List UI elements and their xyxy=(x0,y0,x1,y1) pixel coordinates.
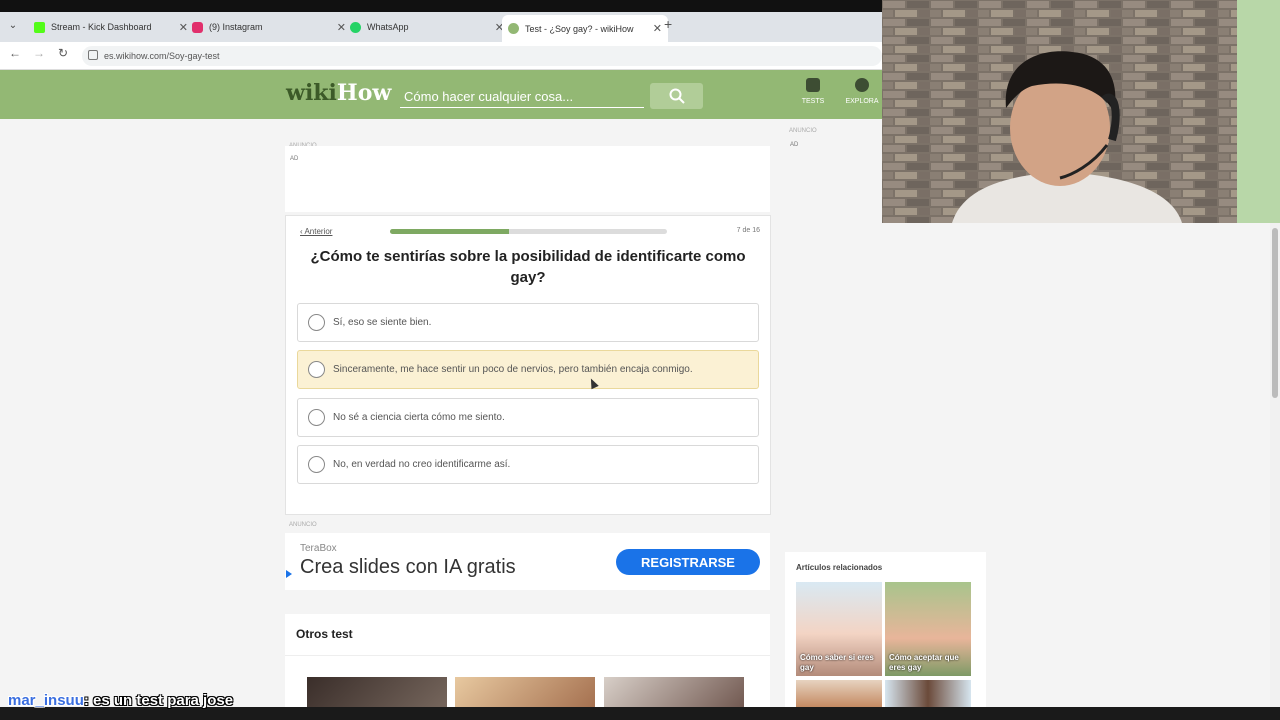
url-field[interactable]: es.wikihow.com/Soy-gay-test xyxy=(82,46,882,66)
webcam-overlay xyxy=(882,0,1280,223)
question-counter: 7 de 16 xyxy=(736,227,760,234)
nav-explora[interactable]: EXPLORA xyxy=(842,78,882,105)
wikihow-icon xyxy=(508,23,519,34)
answer-label: No sé a ciencia cierta cómo me siento. xyxy=(333,412,505,423)
related-article-card[interactable]: Cómo aceptar que eres gay xyxy=(885,582,971,676)
instagram-icon xyxy=(192,21,203,33)
tab-whatsapp[interactable]: WhatsApp ✕ xyxy=(344,15,510,39)
radio-icon[interactable] xyxy=(308,409,325,426)
chat-text: : es un test para jose xyxy=(83,692,234,709)
section-title: Otros test xyxy=(296,627,353,641)
answer-option[interactable]: Sinceramente, me hace sentir un poco de … xyxy=(297,350,759,389)
answer-option[interactable]: Sí, eso se siente bien. xyxy=(297,303,759,342)
back-arrow-icon[interactable]: ← xyxy=(6,46,24,60)
answer-label: No, en verdad no creo identificarme así. xyxy=(333,459,511,470)
nav-tests[interactable]: TESTS xyxy=(793,78,833,105)
ad-tag: AD xyxy=(290,156,299,162)
tab-wikihow[interactable]: Test - ¿Soy gay? - wikiHow ✕ xyxy=(502,15,668,42)
tab-search-icon[interactable]: ⌄ xyxy=(4,16,22,34)
search-input[interactable]: Cómo hacer cualquier cosa... xyxy=(400,84,644,108)
wikihow-logo[interactable]: wikiHow xyxy=(286,80,391,106)
radio-icon[interactable] xyxy=(308,361,325,378)
tab-instagram[interactable]: (9) Instagram ✕ xyxy=(186,15,352,39)
compass-icon xyxy=(855,78,869,92)
ad-tag: AD xyxy=(790,142,799,148)
answer-label: Sinceramente, me hace sentir un poco de … xyxy=(333,364,693,375)
ad-brand: TeraBox xyxy=(300,543,337,554)
radio-icon[interactable] xyxy=(308,456,325,473)
previous-link[interactable]: ‹ Anterior xyxy=(300,227,332,236)
chat-username: mar_insuu xyxy=(8,692,84,709)
kick-icon xyxy=(34,21,45,33)
chat-message: mar_insuu: es un test para jose xyxy=(8,692,233,709)
whatsapp-icon xyxy=(350,21,361,33)
search-icon xyxy=(669,88,685,104)
related-article-card[interactable] xyxy=(885,680,971,707)
nav-label: TESTS xyxy=(801,98,825,105)
scrollbar-thumb[interactable] xyxy=(1272,228,1278,398)
ad-label: ANUNCIO xyxy=(289,522,317,528)
progress-fill xyxy=(390,229,510,234)
forward-arrow-icon[interactable]: → xyxy=(30,46,48,60)
new-tab-icon[interactable]: + xyxy=(664,16,672,32)
tab-label: Stream - Kick Dashboard xyxy=(51,22,152,32)
tab-label: Test - ¿Soy gay? - wikiHow xyxy=(525,23,634,34)
ad-headline[interactable]: Crea slides con IA gratis xyxy=(300,556,516,579)
progress-bar xyxy=(390,229,667,234)
answer-option[interactable]: No sé a ciencia cierta cómo me siento. xyxy=(297,398,759,437)
tab-label: WhatsApp xyxy=(367,22,409,32)
related-article-label: Cómo aceptar que eres gay xyxy=(889,653,959,672)
ad-register-button[interactable]: REGISTRARSE xyxy=(616,549,760,575)
nav-label: EXPLORA xyxy=(845,98,879,105)
related-article-label: Cómo saber si eres gay xyxy=(800,653,874,672)
related-title: Artículos relacionados xyxy=(796,563,883,572)
answer-label: Sí, eso se siente bien. xyxy=(333,317,432,328)
question-text: ¿Cómo te sentirías sobre la posibilidad … xyxy=(310,248,746,286)
tab-label: (9) Instagram xyxy=(209,22,263,32)
related-article-card[interactable]: Cómo saber si eres gay xyxy=(796,582,882,676)
reload-icon[interactable]: ↻ xyxy=(54,46,72,60)
webcam-feed xyxy=(882,0,1280,223)
close-icon[interactable]: ✕ xyxy=(653,22,662,35)
ad-label: ANUNCIO xyxy=(789,128,817,134)
site-info-icon[interactable] xyxy=(88,50,98,60)
ad-slot xyxy=(285,146,770,212)
search-button[interactable] xyxy=(650,83,703,109)
logo-part-wiki: wiki xyxy=(286,80,337,106)
tests-icon xyxy=(806,78,820,92)
related-article-card[interactable] xyxy=(796,680,882,707)
radio-icon[interactable] xyxy=(308,314,325,331)
answer-option[interactable]: No, en verdad no creo identificarme así. xyxy=(297,445,759,484)
divider xyxy=(285,655,770,656)
tab-kick[interactable]: Stream - Kick Dashboard ✕ xyxy=(28,15,194,39)
logo-part-how: How xyxy=(336,80,392,106)
ad-choices-icon[interactable] xyxy=(286,570,292,578)
